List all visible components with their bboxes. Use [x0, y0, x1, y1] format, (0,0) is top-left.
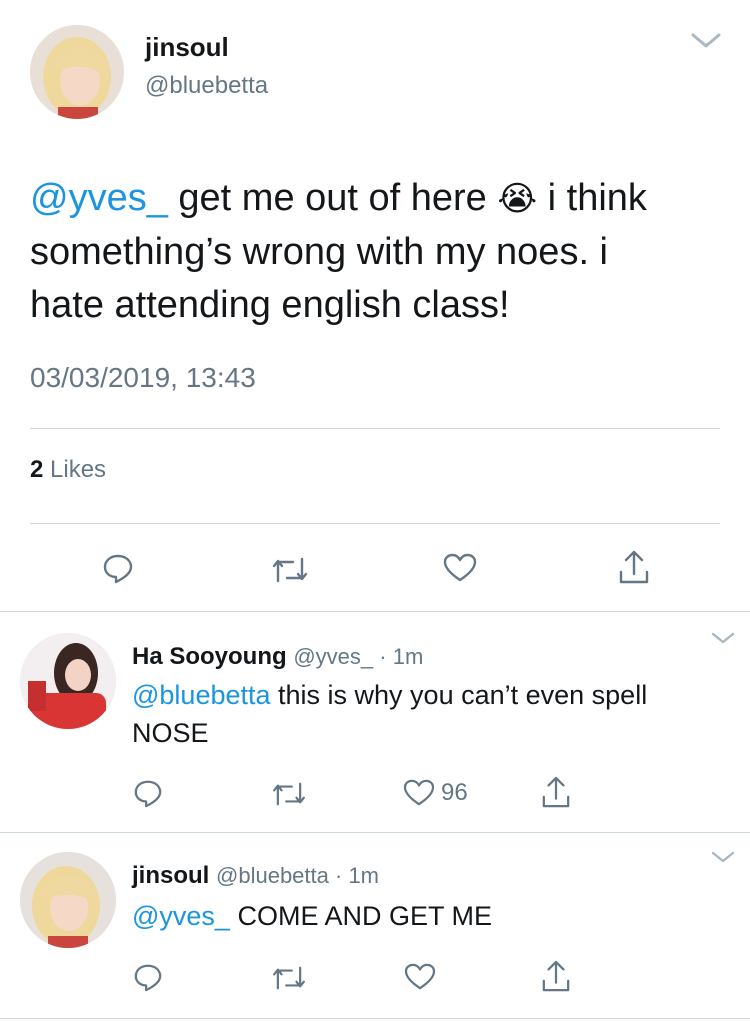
reply-display-name[interactable]: Ha Sooyoung: [132, 643, 287, 670]
chevron-down-icon[interactable]: [710, 631, 736, 645]
reply-header: Ha Sooyoung @yves_ · 1m: [132, 643, 423, 671]
likes-count: 2: [30, 456, 44, 483]
divider: [30, 428, 720, 429]
retweet-icon[interactable]: [270, 962, 308, 994]
tweet-line-1: @yves_ get me out of here 😭 i think: [30, 172, 730, 226]
reply-handle[interactable]: @yves_: [293, 644, 373, 669]
likes-label: Likes: [43, 456, 107, 483]
reply-text: @bluebetta this is why you can’t even sp…: [132, 676, 732, 752]
retweet-icon[interactable]: [270, 778, 308, 810]
reply-line-2: NOSE: [132, 718, 209, 748]
reply-text: @yves_ COME AND GET ME: [132, 897, 732, 935]
author-handle[interactable]: @bluebetta: [145, 72, 268, 100]
share-icon[interactable]: [616, 547, 652, 587]
chevron-down-icon[interactable]: [710, 850, 736, 864]
reply-text-segment: COME AND GET ME: [229, 901, 492, 931]
like-count: 96: [441, 779, 468, 806]
reply-line-1: @bluebetta this is why you can’t even sp…: [132, 676, 732, 714]
reply-text-segment: this is why you can’t even spell: [270, 680, 648, 710]
reply-header: jinsoul @bluebetta · 1m: [132, 862, 379, 890]
reply-icon[interactable]: [131, 776, 165, 810]
divider: [0, 1018, 750, 1019]
mention-link[interactable]: @bluebetta: [132, 680, 271, 710]
reply-time[interactable]: 1m: [348, 863, 379, 888]
heart-icon[interactable]: [441, 550, 479, 586]
mention-link[interactable]: @yves_: [132, 901, 230, 931]
divider: [30, 523, 720, 524]
avatar[interactable]: [30, 25, 124, 119]
tweet-timestamp[interactable]: 03/03/2019, 13:43: [30, 362, 256, 394]
tweet-text-segment: i think: [537, 177, 647, 219]
mention-link[interactable]: @yves_: [30, 177, 168, 219]
tweet-line-3: hate attending english class!: [30, 284, 510, 326]
tweet-line-2: something’s wrong with my noes. i: [30, 231, 608, 273]
likes-summary[interactable]: 2 Likes: [30, 456, 106, 484]
avatar[interactable]: [20, 633, 116, 729]
divider: [0, 611, 750, 612]
avatar[interactable]: [20, 852, 116, 948]
chevron-down-icon[interactable]: [690, 32, 722, 50]
share-icon[interactable]: [539, 773, 573, 811]
share-icon[interactable]: [539, 957, 573, 995]
reply-display-name[interactable]: jinsoul: [132, 862, 209, 889]
divider: [0, 832, 750, 833]
heart-icon: [403, 779, 435, 806]
tweet-text: @yves_ get me out of here 😭 i think some…: [30, 172, 730, 332]
reply-icon[interactable]: [131, 960, 165, 994]
tweet-text-segment: get me out of here: [167, 177, 498, 219]
reply-handle[interactable]: @bluebetta: [216, 863, 329, 888]
separator-dot: ·: [373, 644, 393, 669]
like-button[interactable]: 96: [403, 776, 468, 810]
separator-dot: ·: [328, 863, 349, 888]
crying-face-emoji: 😭: [497, 180, 538, 218]
heart-icon[interactable]: [402, 960, 438, 994]
reply-icon[interactable]: [100, 550, 136, 586]
reply-time[interactable]: 1m: [393, 644, 424, 669]
author-display-name[interactable]: jinsoul: [145, 32, 229, 63]
retweet-icon[interactable]: [270, 552, 310, 588]
